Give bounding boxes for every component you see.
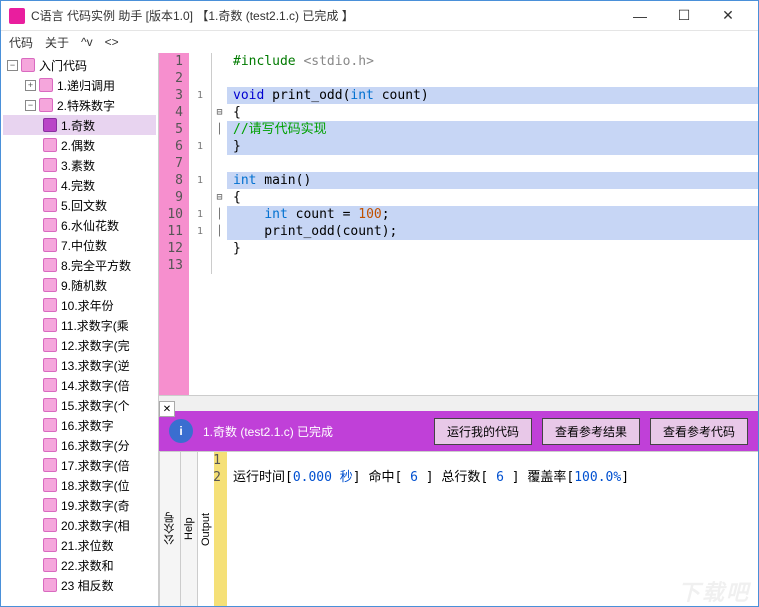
tree-root[interactable]: −入门代码 — [3, 55, 156, 75]
tree-leaf[interactable]: 1.奇数 — [3, 115, 156, 135]
tab-help[interactable]: Help — [180, 452, 197, 606]
tree-leaf[interactable]: 21.求位数 — [3, 535, 156, 555]
marker-gutter: 11111 — [189, 53, 211, 395]
tree-leaf[interactable]: 17.求数字(倍 — [3, 455, 156, 475]
run-code-button[interactable]: 运行我的代码 — [434, 418, 532, 445]
output-editor[interactable]: 12 运行时间[0.000 秒] 命中[ 6 ] 总行数[ 6 ] 覆盖率[10… — [199, 452, 758, 606]
file-icon — [43, 418, 57, 432]
code-editor[interactable]: 12345678910111213 11111 ⊟│⊟││ #include <… — [159, 53, 758, 395]
titlebar: C语言 代码实例 助手 [版本1.0] 【1.奇数 (test2.1.c) 已完… — [1, 1, 758, 31]
tree-leaf[interactable]: 10.求年份 — [3, 295, 156, 315]
tree-leaf[interactable]: 9.随机数 — [3, 275, 156, 295]
tree-group-2[interactable]: −2.特殊数字 — [3, 95, 156, 115]
window-title: C语言 代码实例 助手 [版本1.0] 【1.奇数 (test2.1.c) 已完… — [31, 7, 618, 24]
folder-icon — [21, 58, 35, 72]
tree-leaf[interactable]: 2.偶数 — [3, 135, 156, 155]
folder-icon — [39, 78, 53, 92]
view-ref-output-button[interactable]: 查看参考结果 — [542, 418, 640, 445]
menubar: 代码 关于 ^v <> — [1, 31, 758, 53]
tree-group-1[interactable]: +1.递归调用 — [3, 75, 156, 95]
expand-icon[interactable]: + — [25, 80, 36, 91]
file-icon — [43, 478, 57, 492]
tree-leaf[interactable]: 18.求数字(位 — [3, 475, 156, 495]
file-icon — [43, 158, 57, 172]
file-icon — [43, 378, 57, 392]
minimize-button[interactable]: — — [618, 2, 662, 30]
tree-leaf[interactable]: 4.完数 — [3, 175, 156, 195]
file-icon — [43, 258, 57, 272]
tab-output[interactable]: Output — [197, 452, 214, 606]
app-window: C语言 代码实例 助手 [版本1.0] 【1.奇数 (test2.1.c) 已完… — [0, 0, 759, 607]
file-icon — [43, 118, 57, 132]
maximize-button[interactable]: ☐ — [662, 2, 706, 30]
collapse-icon[interactable]: − — [7, 60, 18, 71]
file-icon — [43, 198, 57, 212]
tab-wechat[interactable]: 公众号 — [159, 452, 180, 606]
status-label: 1.奇数 (test2.1.c) 已完成 — [203, 423, 424, 440]
file-icon — [43, 578, 57, 592]
file-icon — [43, 518, 57, 532]
fold-gutter[interactable]: ⊟│⊟││ — [211, 53, 227, 395]
file-icon — [43, 438, 57, 452]
tree-leaf[interactable]: 15.求数字(个 — [3, 395, 156, 415]
tree-leaf[interactable]: 22.求数和 — [3, 555, 156, 575]
tree-leaf[interactable]: 5.回文数 — [3, 195, 156, 215]
panel-close-icon[interactable]: ✕ — [159, 401, 175, 417]
tree-leaf[interactable]: 19.求数字(奇 — [3, 495, 156, 515]
close-button[interactable]: ✕ — [706, 2, 750, 30]
tree-leaf[interactable]: 7.中位数 — [3, 235, 156, 255]
file-icon — [43, 358, 57, 372]
file-icon — [43, 318, 57, 332]
output-vtabs: 公众号 Help Output — [159, 452, 199, 606]
sidebar-tree[interactable]: −入门代码 +1.递归调用 −2.特殊数字 1.奇数2.偶数3.素数4.完数5.… — [1, 53, 159, 606]
file-icon — [43, 138, 57, 152]
file-icon — [43, 278, 57, 292]
file-icon — [43, 238, 57, 252]
folder-icon — [39, 98, 53, 112]
watermark: 下载吧 — [678, 585, 750, 602]
file-icon — [43, 498, 57, 512]
collapse-icon[interactable]: − — [25, 100, 36, 111]
tree-leaf[interactable]: 8.完全平方数 — [3, 255, 156, 275]
file-icon — [43, 458, 57, 472]
app-logo-icon — [9, 8, 25, 24]
editor-hscrollbar[interactable] — [159, 395, 758, 411]
info-icon: i — [169, 419, 193, 443]
code-area[interactable]: #include <stdio.h>void print_odd(int cou… — [227, 53, 758, 395]
action-bar: ✕ i 1.奇数 (test2.1.c) 已完成 运行我的代码 查看参考结果 查… — [159, 411, 758, 451]
menu-about[interactable]: 关于 — [45, 34, 69, 51]
tree-leaf[interactable]: 16.求数字(分 — [3, 435, 156, 455]
output-panel: 公众号 Help Output 12 运行时间[0.000 秒] 命中[ 6 ]… — [159, 451, 758, 606]
file-icon — [43, 218, 57, 232]
file-icon — [43, 298, 57, 312]
menu-code[interactable]: 代码 — [9, 34, 33, 51]
tree-leaf[interactable]: 20.求数字(相 — [3, 515, 156, 535]
tree-leaf[interactable]: 23 相反数 — [3, 575, 156, 595]
file-icon — [43, 538, 57, 552]
file-icon — [43, 338, 57, 352]
file-icon — [43, 558, 57, 572]
tree-leaf[interactable]: 3.素数 — [3, 155, 156, 175]
menu-nav[interactable]: <> — [105, 35, 119, 49]
line-number-gutter: 12345678910111213 — [159, 53, 189, 395]
tree-leaf[interactable]: 12.求数字(完 — [3, 335, 156, 355]
tree-leaf[interactable]: 11.求数字(乘 — [3, 315, 156, 335]
tree-leaf[interactable]: 16.求数字 — [3, 415, 156, 435]
menu-updown[interactable]: ^v — [81, 35, 93, 49]
tree-leaf[interactable]: 14.求数字(倍 — [3, 375, 156, 395]
file-icon — [43, 178, 57, 192]
file-icon — [43, 398, 57, 412]
output-text: 运行时间[0.000 秒] 命中[ 6 ] 总行数[ 6 ] 覆盖率[100.0… — [227, 452, 758, 606]
view-ref-code-button[interactable]: 查看参考代码 — [650, 418, 748, 445]
tree-leaf[interactable]: 13.求数字(逆 — [3, 355, 156, 375]
tree-leaf[interactable]: 6.水仙花数 — [3, 215, 156, 235]
